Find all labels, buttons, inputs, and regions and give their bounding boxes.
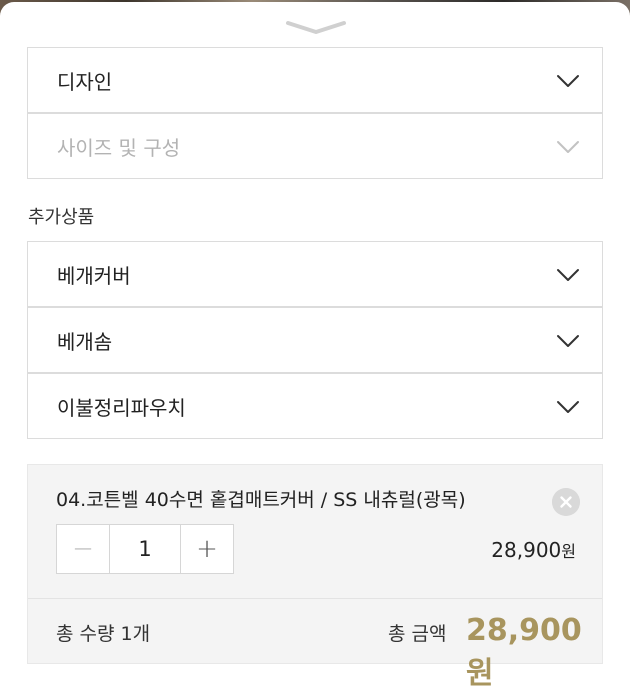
item-price: 28,900원 [491,538,576,562]
addon-select-pouch[interactable]: 이불정리파우치 [27,373,603,439]
item-price-unit: 원 [561,542,576,561]
total-amount: 28,900원 [466,613,582,691]
size-select[interactable]: 사이즈 및 구성 [27,113,603,179]
quantity-value[interactable]: 1 [109,525,181,573]
addon-select-label: 베개커버 [57,263,131,288]
addon-select-label: 베개솜 [57,329,113,354]
design-select-label: 디자인 [57,69,113,94]
chevron-down-icon [557,141,579,153]
total-quantity: 총 수량 1개 [56,623,151,645]
selected-item-name: 04.코튼벨 40수면 홑겹매트커버 / SS 내츄럴(광목) [56,489,466,511]
chevron-down-icon [557,335,579,347]
item-price-value: 28,900 [491,538,562,562]
design-select[interactable]: 디자인 [27,47,603,113]
quantity-stepper: − 1 + [56,524,234,574]
addon-select-label: 이불정리파우치 [57,395,186,420]
close-icon[interactable] [552,488,580,516]
total-row: 총 수량 1개 총 금액 28,900원 [56,613,582,691]
sheet-handle-icon[interactable] [285,18,347,36]
addon-select-pillow-cover[interactable]: 베개커버 [27,241,603,307]
addon-section-title: 추가상품 [28,207,95,228]
addon-select-pillow[interactable]: 베개솜 [27,307,603,373]
chevron-down-icon [557,269,579,281]
chevron-down-icon [557,75,579,87]
total-amount-label: 총 금액 [388,623,447,645]
divider [28,598,602,599]
selected-item-box: 04.코튼벨 40수면 홑겹매트커버 / SS 내츄럴(광목) − 1 + 28… [27,464,603,691]
decrease-quantity-button[interactable]: − [57,525,109,573]
size-select-label: 사이즈 및 구성 [57,135,181,160]
increase-quantity-button[interactable]: + [181,525,233,573]
chevron-down-icon [557,401,579,413]
